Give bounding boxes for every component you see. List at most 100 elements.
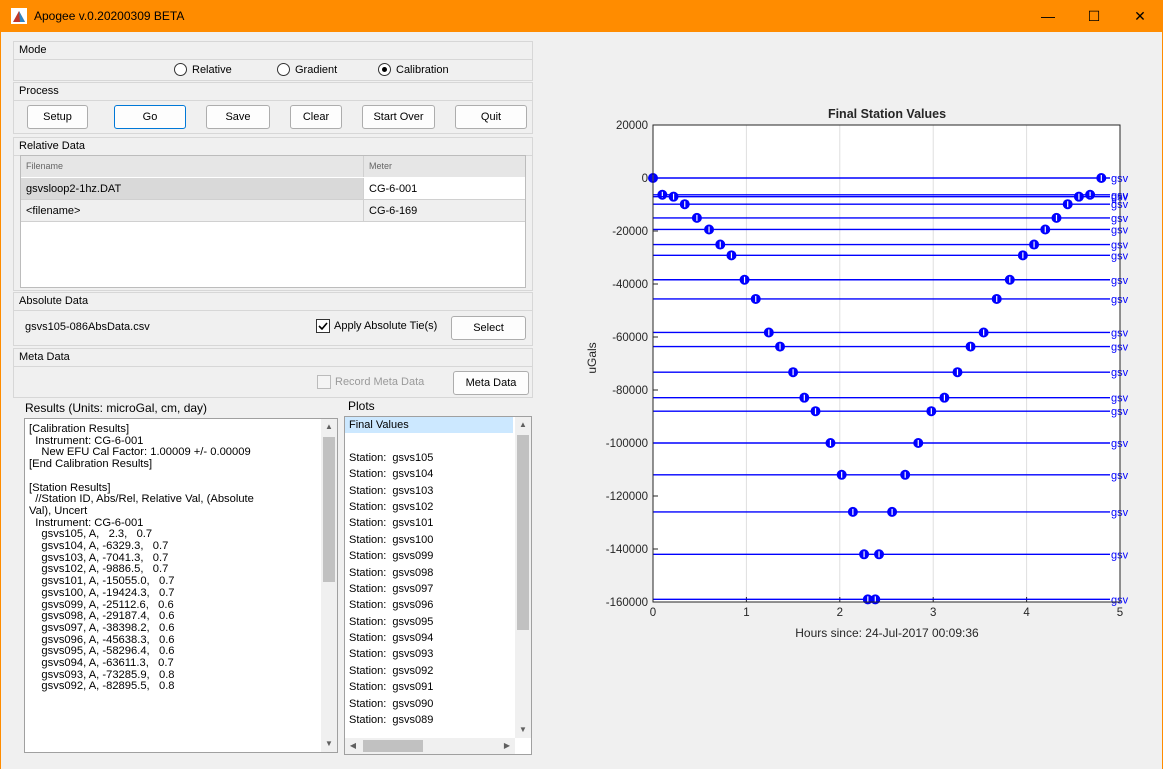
table-cell-filename[interactable]: <filename>: [21, 200, 364, 222]
plots-list-item[interactable]: Station: gsvs099: [345, 548, 513, 564]
plots-vertical-scrollbar[interactable]: ▲ ▼: [515, 417, 531, 738]
plots-list-item[interactable]: Station: gsvs105: [345, 450, 513, 466]
scroll-thumb[interactable]: [517, 435, 529, 630]
results-line: gsvs094, A, -63611.3, 0.7: [29, 657, 174, 670]
mode-panel-title: Mode: [14, 42, 532, 60]
results-line: [End Calibration Results]: [29, 458, 153, 471]
plots-list-item[interactable]: [345, 433, 513, 449]
process-panel-title: Process: [14, 83, 532, 101]
chart-title: Final Station Values: [828, 107, 946, 121]
plots-list-item[interactable]: Station: gsvs100: [345, 532, 513, 548]
y-tick-label: 0: [642, 173, 648, 185]
radio-gradient[interactable]: Gradient: [277, 63, 337, 76]
checkmark-icon: [318, 322, 328, 331]
plots-list-item[interactable]: Station: gsvs093: [345, 646, 513, 662]
absolute-data-panel-title: Absolute Data: [14, 293, 532, 311]
y-tick-label: -140000: [606, 544, 648, 556]
x-tick-label: 0: [650, 607, 656, 619]
scroll-left-icon[interactable]: ◀: [345, 738, 361, 754]
plots-list-item[interactable]: Station: gsvs090: [345, 696, 513, 712]
results-line: [Calibration Results]: [29, 423, 130, 435]
plots-list-item[interactable]: Station: gsvs095: [345, 614, 513, 630]
plots-items: Final Values Station: gsvs105 Station: gs…: [345, 417, 513, 728]
radio-relative[interactable]: Relative: [174, 63, 232, 76]
scroll-down-icon[interactable]: ▼: [515, 722, 531, 738]
relative-data-table[interactable]: Filename Meter gsvsloop2-1hz.DAT CG-6-00…: [20, 155, 526, 288]
scroll-thumb[interactable]: [323, 437, 335, 582]
scroll-up-icon[interactable]: ▲: [515, 417, 531, 433]
y-tick-label: -120000: [606, 491, 648, 503]
column-header-meter[interactable]: Meter: [364, 156, 525, 177]
scroll-up-icon[interactable]: ▲: [321, 419, 337, 435]
results-label: Results (Units: microGal, cm, day): [25, 401, 208, 415]
radio-gradient-dot: [277, 63, 290, 76]
column-header-filename[interactable]: Filename: [21, 156, 364, 177]
plots-horizontal-scrollbar[interactable]: ◀ ▶: [345, 738, 515, 754]
y-tick-label: -80000: [612, 385, 648, 397]
table-cell-meter[interactable]: CG-6-001: [364, 178, 525, 200]
meta-data-panel: Meta Data Record Meta Data Meta Data: [13, 348, 533, 398]
plots-list-item[interactable]: Station: gsvs096: [345, 597, 513, 613]
plots-list-item[interactable]: Station: gsvs102: [345, 499, 513, 515]
window-frame-left: [0, 32, 1, 769]
plots-list-item[interactable]: Station: gsvs097: [345, 581, 513, 597]
final-station-values-chart: Final Station Values Hours since: 24-Jul…: [585, 107, 1129, 640]
plots-list-item[interactable]: Station: gsvs091: [345, 679, 513, 695]
results-vertical-scrollbar[interactable]: ▲ ▼: [321, 419, 337, 752]
quit-button[interactable]: Quit: [455, 105, 527, 129]
x-tick-label: 4: [1023, 607, 1030, 619]
process-panel: Process Setup Go Save Clear Start Over Q…: [13, 82, 533, 134]
plots-list-item[interactable]: Station: gsvs089: [345, 712, 513, 728]
minimize-button[interactable]: —: [1025, 0, 1071, 32]
results-line: gsvs092, A, -82895.5, 0.8: [29, 680, 175, 693]
plots-list-item[interactable]: Station: gsvs098: [345, 565, 513, 581]
checkbox-box: [317, 375, 331, 389]
y-tick-label: 20000: [616, 120, 648, 132]
record-meta-data-checkbox[interactable]: Record Meta Data: [317, 375, 424, 389]
table-cell-meter[interactable]: CG-6-169: [364, 200, 525, 222]
plots-label: Plots: [348, 399, 375, 413]
plots-list-item[interactable]: Station: gsvs092: [345, 663, 513, 679]
radio-calibration-dot: [378, 63, 391, 76]
record-meta-data-label: Record Meta Data: [335, 376, 425, 388]
title-bar: Apogee v.0.20200309 BETA — ☐ ✕: [0, 0, 1163, 32]
select-button[interactable]: Select: [451, 316, 526, 340]
plots-list-item[interactable]: Station: gsvs094: [345, 630, 513, 646]
y-tick-label: -160000: [606, 597, 648, 609]
scroll-thumb[interactable]: [363, 740, 423, 752]
radio-calibration[interactable]: Calibration: [378, 63, 449, 76]
scroll-right-icon[interactable]: ▶: [499, 738, 515, 754]
results-line: gsvs104, A, -6329.3, 0.7: [29, 540, 169, 553]
table-cell-filename[interactable]: gsvsloop2-1hz.DAT: [21, 178, 364, 200]
y-tick-label: -40000: [612, 279, 648, 291]
results-line: [25, 471, 318, 483]
results-textbox[interactable]: [Calibration Results] Instrument: CG-6-0…: [24, 418, 338, 753]
y-tick-label: -20000: [612, 226, 648, 238]
close-button[interactable]: ✕: [1117, 0, 1163, 32]
maximize-button[interactable]: ☐: [1071, 0, 1117, 32]
clear-button[interactable]: Clear: [290, 105, 342, 129]
results-line: gsvs100, A, -19424.3, 0.7: [29, 586, 175, 599]
y-tick-label: -100000: [606, 438, 648, 450]
plots-list-item[interactable]: Final Values: [345, 417, 513, 434]
meta-data-button[interactable]: Meta Data: [453, 371, 529, 395]
scroll-down-icon[interactable]: ▼: [321, 736, 337, 752]
radio-calibration-label: Calibration: [396, 63, 449, 76]
results-line: gsvs097, A, -38398.2, 0.6: [29, 621, 175, 634]
apply-absolute-ties-label: Apply Absolute Tie(s): [334, 320, 438, 332]
plots-listbox[interactable]: Final Values Station: gsvs105 Station: gs…: [344, 416, 532, 755]
results-text: [Calibration Results] Instrument: CG-6-0…: [25, 419, 318, 693]
go-button[interactable]: Go: [114, 105, 186, 129]
plots-list-item[interactable]: Station: gsvs101: [345, 515, 513, 531]
x-tick-label: 1: [743, 607, 749, 619]
start-over-button[interactable]: Start Over: [362, 105, 435, 129]
save-button[interactable]: Save: [206, 105, 270, 129]
close-icon: ✕: [1134, 7, 1146, 24]
y-axis-label: uGals: [585, 342, 599, 373]
plots-list-item[interactable]: Station: gsvs103: [345, 483, 513, 499]
setup-button[interactable]: Setup: [27, 105, 88, 129]
plot-area: 0 1 2 3 4 5 20000 0 -20000 -40000 -60000 -80000 -100…: [606, 120, 1129, 619]
apply-absolute-ties-checkbox[interactable]: Apply Absolute Tie(s): [316, 319, 437, 333]
plots-list-item[interactable]: Station: gsvs104: [345, 466, 513, 482]
x-tick-label: 2: [837, 607, 843, 619]
